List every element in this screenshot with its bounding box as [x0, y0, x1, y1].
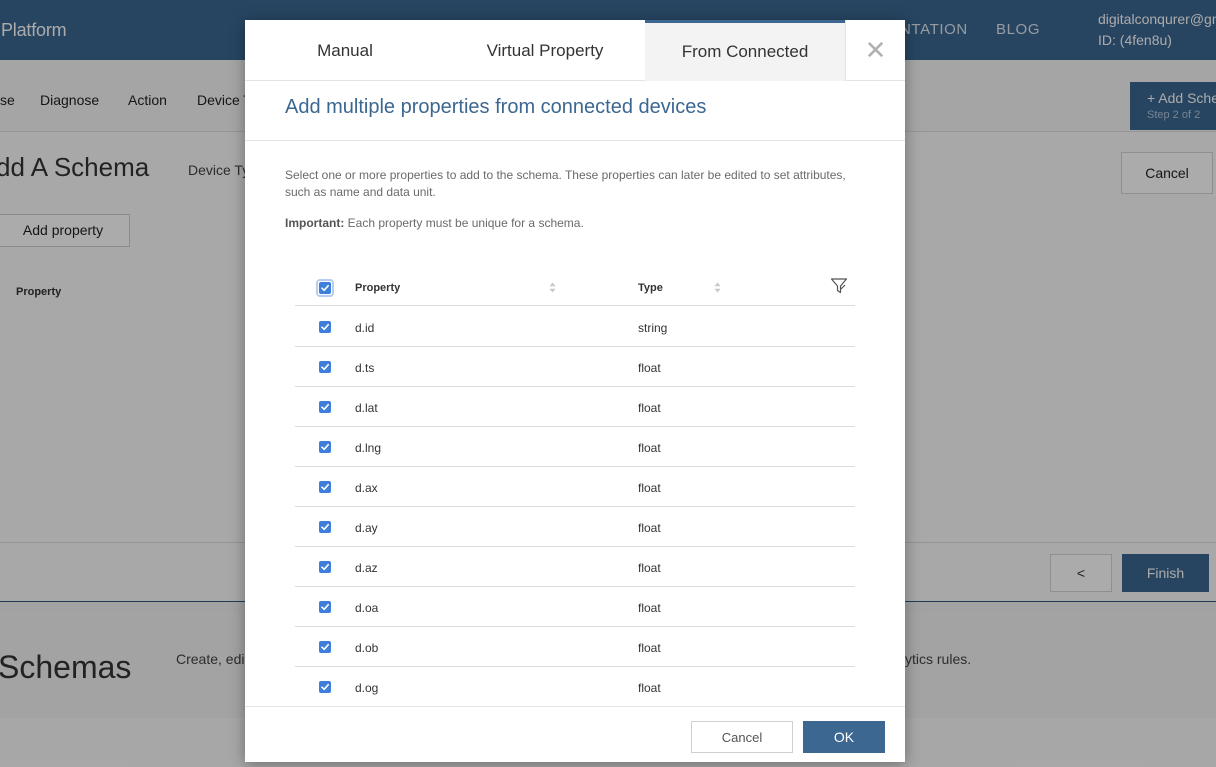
property-type: float: [638, 361, 661, 375]
tab-from-connected[interactable]: From Connected: [645, 20, 845, 81]
sort-icon[interactable]: [549, 282, 556, 293]
property-type: float: [638, 481, 661, 495]
check-icon: [321, 363, 329, 371]
property-type: float: [638, 401, 661, 415]
table-row[interactable]: d.id string: [295, 307, 855, 347]
important-text: Each property must be unique for a schem…: [344, 216, 584, 230]
check-icon: [321, 443, 329, 451]
column-header-type[interactable]: Type: [638, 282, 663, 294]
table-row[interactable]: d.ts float: [295, 347, 855, 387]
check-icon: [321, 403, 329, 411]
row-checkbox[interactable]: [319, 641, 331, 653]
dialog-title: Add multiple properties from connected d…: [285, 96, 707, 118]
property-type: float: [638, 681, 661, 695]
important-label: Important:: [285, 216, 345, 230]
property-type: float: [638, 601, 661, 615]
dialog-description: Select one or more properties to add to …: [285, 168, 846, 199]
table-row[interactable]: d.ay float: [295, 507, 855, 547]
property-type: float: [638, 441, 661, 455]
row-checkbox[interactable]: [319, 401, 331, 413]
filter-icon[interactable]: [830, 277, 848, 295]
properties-table: Property Type d.id string d.ts float d.lat fl…: [295, 266, 855, 706]
add-properties-dialog: Manual Virtual Property From Connected ✕…: [245, 20, 905, 762]
select-all-checkbox[interactable]: [319, 282, 331, 294]
property-name: d.og: [355, 681, 379, 695]
row-checkbox[interactable]: [319, 321, 331, 333]
property-name: d.id: [355, 321, 375, 335]
tab-manual[interactable]: Manual: [245, 20, 445, 81]
row-checkbox[interactable]: [319, 681, 331, 693]
check-icon: [321, 683, 329, 691]
sort-icon[interactable]: [714, 282, 721, 293]
property-type: float: [638, 641, 661, 655]
check-icon: [321, 563, 329, 571]
property-type: float: [638, 521, 661, 535]
table-row[interactable]: d.og float: [295, 667, 855, 706]
property-name: d.lat: [355, 401, 378, 415]
property-name: d.az: [355, 561, 378, 575]
dialog-tabs: Manual Virtual Property From Connected ✕: [245, 20, 905, 81]
table-row[interactable]: d.az float: [295, 547, 855, 587]
cancel-button[interactable]: Cancel: [691, 721, 793, 753]
row-checkbox[interactable]: [319, 601, 331, 613]
check-icon: [321, 483, 329, 491]
check-icon: [321, 643, 329, 651]
row-checkbox[interactable]: [319, 561, 331, 573]
column-header-property[interactable]: Property: [355, 282, 400, 294]
close-icon[interactable]: ✕: [845, 20, 905, 81]
title-divider: [245, 140, 905, 141]
table-header: Property Type: [295, 266, 855, 306]
ok-button[interactable]: OK: [803, 721, 885, 753]
row-checkbox[interactable]: [319, 521, 331, 533]
check-icon: [321, 603, 329, 611]
check-icon: [321, 284, 329, 292]
property-name: d.ax: [355, 481, 378, 495]
property-name: d.lng: [355, 441, 382, 455]
table-row[interactable]: d.ax float: [295, 467, 855, 507]
property-type: string: [638, 321, 668, 335]
table-row[interactable]: d.ob float: [295, 627, 855, 667]
property-type: float: [638, 561, 661, 575]
tab-virtual-property[interactable]: Virtual Property: [445, 20, 645, 81]
property-name: d.ob: [355, 641, 379, 655]
row-checkbox[interactable]: [319, 441, 331, 453]
row-checkbox[interactable]: [319, 481, 331, 493]
dialog-footer: Cancel OK: [245, 706, 905, 762]
row-checkbox[interactable]: [319, 361, 331, 373]
property-name: d.ts: [355, 361, 375, 375]
check-icon: [321, 523, 329, 531]
property-name: d.oa: [355, 601, 379, 615]
table-row[interactable]: d.lat float: [295, 387, 855, 427]
table-row[interactable]: d.oa float: [295, 587, 855, 627]
important-note: Important: Each property must be unique …: [285, 216, 584, 230]
table-row[interactable]: d.lng float: [295, 427, 855, 467]
property-name: d.ay: [355, 521, 378, 535]
check-icon: [321, 323, 329, 331]
